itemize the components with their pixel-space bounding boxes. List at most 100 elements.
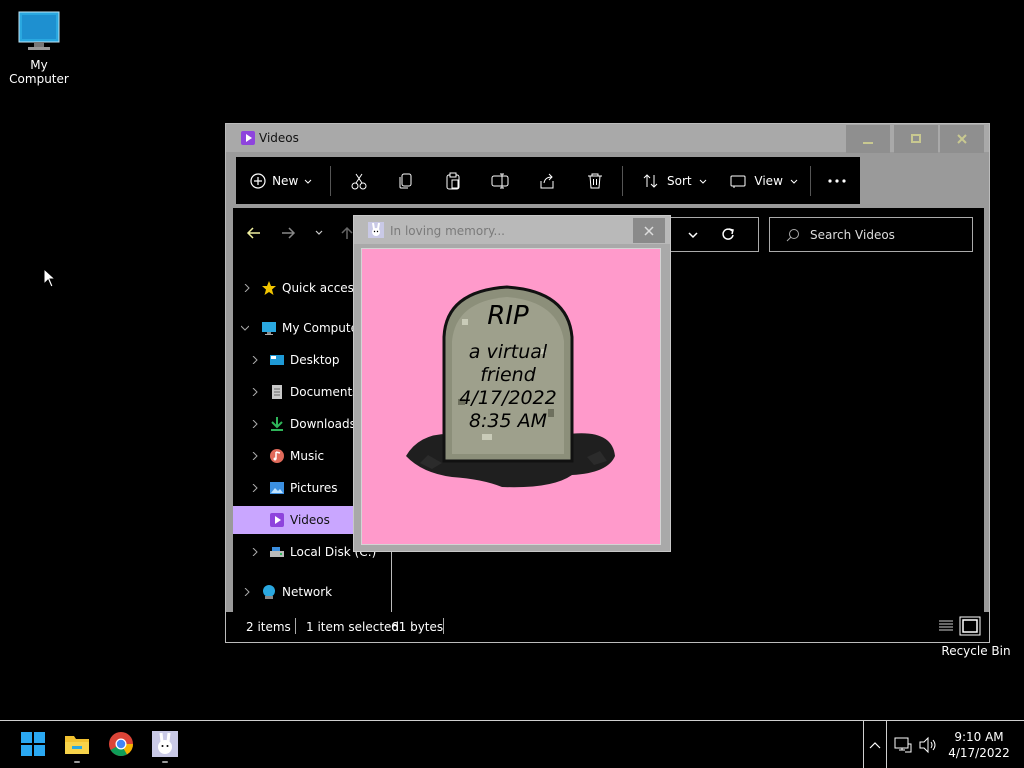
rename-icon [491, 173, 509, 188]
view-label: View [754, 173, 783, 188]
music-icon [270, 449, 284, 463]
more-options-button[interactable] [815, 157, 860, 204]
tombstone-line-rip: RIP [487, 301, 529, 331]
details-view-icon[interactable] [937, 618, 955, 634]
chevron-up-icon [869, 742, 881, 749]
tree-label: My Computer [282, 321, 363, 335]
memorial-canvas: RIP a virtual friend 4/17/2022 8:35 AM [361, 248, 661, 545]
videos-icon [241, 131, 255, 145]
search-box[interactable]: Search Videos [769, 217, 973, 252]
recent-locations-chevron-icon[interactable] [311, 225, 327, 241]
sort-button[interactable]: Sort [627, 157, 721, 204]
address-dropdown-chevron-icon[interactable] [687, 229, 699, 241]
mouse-pointer-icon [43, 268, 57, 288]
monitor-icon [17, 10, 61, 54]
chevron-right-icon [252, 452, 258, 460]
selected-count: 1 item selected [306, 620, 400, 634]
my-computer-label: My Computer [9, 58, 69, 86]
taskbar: 9:10 AM 4/17/2022 [0, 720, 1024, 768]
desktop-folder-icon [270, 355, 284, 365]
taskbar-file-explorer[interactable] [64, 731, 90, 763]
minimize-icon [863, 142, 873, 144]
status-separator [295, 618, 296, 634]
view-button[interactable]: View [721, 157, 805, 204]
tree-label: Music [290, 449, 325, 463]
copy-icon [399, 173, 412, 188]
delete-button[interactable] [571, 157, 618, 204]
rabbit-app-icon [152, 731, 178, 757]
popup-close-button[interactable] [633, 218, 665, 243]
my-computer-desktop-icon[interactable]: My Computer [0, 10, 78, 86]
tree-label: Network [282, 585, 333, 599]
start-button[interactable] [20, 731, 46, 757]
close-button[interactable] [940, 125, 984, 153]
sort-label: Sort [666, 173, 692, 188]
running-indicator [74, 761, 80, 763]
paste-button[interactable] [430, 157, 477, 204]
trash-icon [587, 173, 602, 188]
cut-button[interactable] [335, 157, 382, 204]
chevron-right-icon [244, 588, 250, 596]
tombstone-graphic: RIP a virtual friend 4/17/2022 8:35 AM [406, 285, 615, 488]
chevron-down-icon [699, 179, 706, 184]
new-button[interactable]: New [236, 157, 326, 204]
refresh-icon[interactable] [721, 227, 735, 241]
search-icon [786, 228, 799, 241]
popup-titlebar[interactable]: In loving memory... [354, 216, 670, 244]
star-icon [262, 281, 276, 295]
new-label: New [272, 173, 299, 188]
tree-label: Pictures [290, 481, 338, 495]
copy-button[interactable] [382, 157, 429, 204]
chevron-down-icon [241, 325, 249, 331]
system-clock[interactable]: 9:10 AM 4/17/2022 [942, 729, 1016, 761]
chevron-right-icon [252, 356, 258, 364]
tombstone-line-2: a virtual [469, 341, 548, 363]
address-bar[interactable] [663, 217, 759, 252]
tree-label: Downloads [290, 417, 356, 431]
tree-label: Desktop [290, 353, 340, 367]
status-bar: 2 items 1 item selected 61 bytes [226, 612, 989, 642]
toolbar-separator [622, 165, 624, 196]
chevron-down-icon [304, 179, 312, 184]
network-status-icon[interactable] [894, 736, 912, 754]
sort-icon [643, 173, 658, 188]
chevron-right-icon [252, 548, 258, 556]
tombstone-line-time: 8:35 AM [469, 410, 547, 432]
large-icons-view-icon[interactable] [959, 616, 981, 636]
taskbar-chrome[interactable] [108, 731, 134, 757]
memorial-popup-window: In loving memory... RIP a virtual friend… [353, 215, 671, 552]
minimize-button[interactable] [846, 125, 890, 153]
monitor-icon [262, 322, 276, 335]
command-bar: New Sort View [236, 157, 860, 204]
selected-size: 61 bytes [391, 620, 444, 634]
recycle-bin-desktop-icon[interactable]: Recycle Bin [940, 644, 1012, 658]
tree-item-network[interactable]: Network [233, 578, 389, 606]
close-icon [957, 134, 967, 144]
chevron-right-icon [252, 420, 258, 428]
chrome-icon [109, 732, 133, 757]
share-button[interactable] [524, 157, 571, 204]
explorer-titlebar[interactable]: Videos [226, 124, 989, 153]
tree-label: Quick access [282, 281, 361, 295]
volume-icon[interactable] [918, 736, 938, 754]
view-icon [730, 175, 746, 188]
clock-date: 4/17/2022 [948, 746, 1010, 760]
tree-label: Documents [290, 385, 359, 399]
maximize-button[interactable] [894, 125, 938, 153]
tombstone-line-3: friend [480, 364, 537, 386]
paste-icon [446, 172, 460, 189]
videos-icon [270, 513, 284, 527]
chevron-right-icon [244, 284, 250, 292]
search-placeholder: Search Videos [810, 227, 895, 242]
explorer-title: Videos [259, 131, 299, 145]
documents-icon [272, 385, 282, 399]
chevron-down-icon [790, 179, 798, 184]
scissors-icon [351, 173, 367, 189]
show-hidden-icons-button[interactable] [863, 721, 887, 768]
forward-arrow-icon[interactable] [280, 225, 296, 241]
chevron-right-icon [252, 484, 258, 492]
back-arrow-icon[interactable] [246, 225, 262, 241]
clock-time: 9:10 AM [954, 730, 1004, 744]
taskbar-rabbit-app[interactable] [152, 731, 178, 763]
rename-button[interactable] [477, 157, 524, 204]
